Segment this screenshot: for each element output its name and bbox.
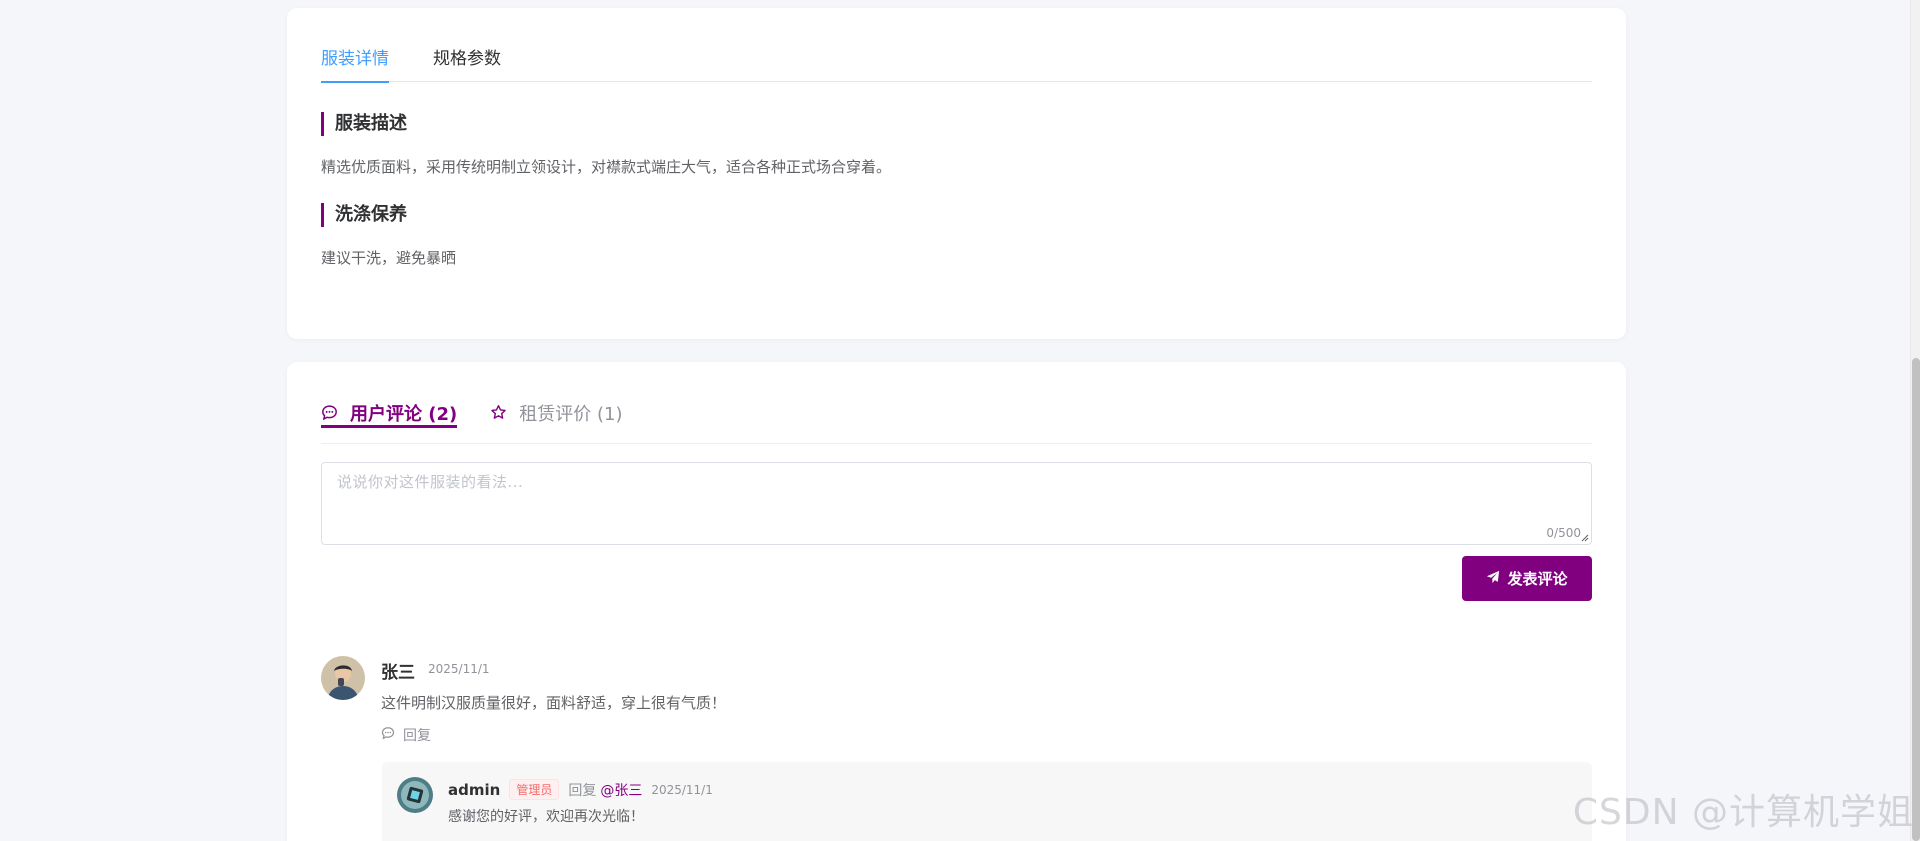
reply-word: 回复 — [568, 782, 597, 799]
comment-input[interactable] — [322, 463, 1591, 544]
submit-comment-button[interactable]: 发表评论 — [1462, 556, 1592, 601]
clothing-detail-card: 服装详情 规格参数 服装描述 精选优质面料，采用传统明制立领设计，对襟款式端庄大… — [287, 8, 1626, 339]
chat-bubble-icon — [321, 404, 338, 426]
tab-user-comments[interactable]: 用户评论 (2) — [321, 386, 458, 444]
reply-label: 回复 — [403, 728, 431, 744]
reply-header: admin 管理员 回复 @张三 2025/11/1 — [448, 779, 713, 800]
reply-date: 2025/11/1 — [651, 782, 713, 797]
resize-grip-icon[interactable] — [1581, 534, 1589, 542]
chat-bubble-icon — [381, 726, 395, 744]
section-text-description: 精选优质面料，采用传统明制立领设计，对襟款式端庄大气，适合各种正式场合穿着。 — [321, 158, 892, 176]
comment-text: 这件明制汉服质量很好，面料舒适，穿上很有气质！ — [381, 694, 727, 712]
tab-rental-reviews[interactable]: 租赁评价 (1) — [490, 386, 622, 444]
detail-tabs: 服装详情 规格参数 — [321, 40, 1592, 83]
reply-button[interactable]: 回复 — [381, 725, 431, 745]
comment-author[interactable]: 张三 — [381, 658, 415, 683]
page-scrollbar[interactable] — [1910, 0, 1920, 841]
section-title-care: 洗涤保养 — [321, 203, 407, 227]
submit-comment-label: 发表评论 — [1507, 570, 1568, 588]
tab-clothing-details[interactable]: 服装详情 — [321, 40, 389, 83]
section-text-care: 建议干洗，避免暴晒 — [321, 249, 457, 267]
watermark: CSDN @计算机学姐 — [1572, 792, 1914, 833]
tab-rental-reviews-label: 租赁评价 (1) — [519, 404, 623, 425]
reply-item: admin 管理员 回复 @张三 2025/11/1 感谢您的好评，欢迎再次光临… — [382, 762, 1592, 841]
admin-badge: 管理员 — [509, 779, 560, 800]
tab-specifications[interactable]: 规格参数 — [433, 40, 501, 82]
admin-avatar — [397, 777, 433, 813]
char-counter: 0/500 — [1546, 526, 1581, 540]
tab-user-comments-label: 用户评论 (2) — [350, 404, 458, 425]
comment-tabs: 用户评论 (2) 租赁评价 (1) — [321, 386, 1592, 444]
reply-author[interactable]: admin — [448, 781, 500, 799]
scrollbar-thumb[interactable] — [1912, 358, 1920, 841]
comment-date: 2025/11/1 — [428, 662, 490, 676]
reply-text: 感谢您的好评，欢迎再次光临！ — [448, 809, 644, 825]
comment-input-box: 0/500 — [321, 462, 1592, 545]
avatar — [321, 656, 365, 700]
star-icon — [490, 404, 507, 426]
comments-card: 用户评论 (2) 租赁评价 (1) 0/500 发表评论 张三 2025/11/… — [287, 362, 1626, 841]
section-title-description: 服装描述 — [321, 112, 407, 136]
send-icon — [1486, 570, 1500, 588]
reply-mention[interactable]: @张三 — [600, 780, 642, 800]
